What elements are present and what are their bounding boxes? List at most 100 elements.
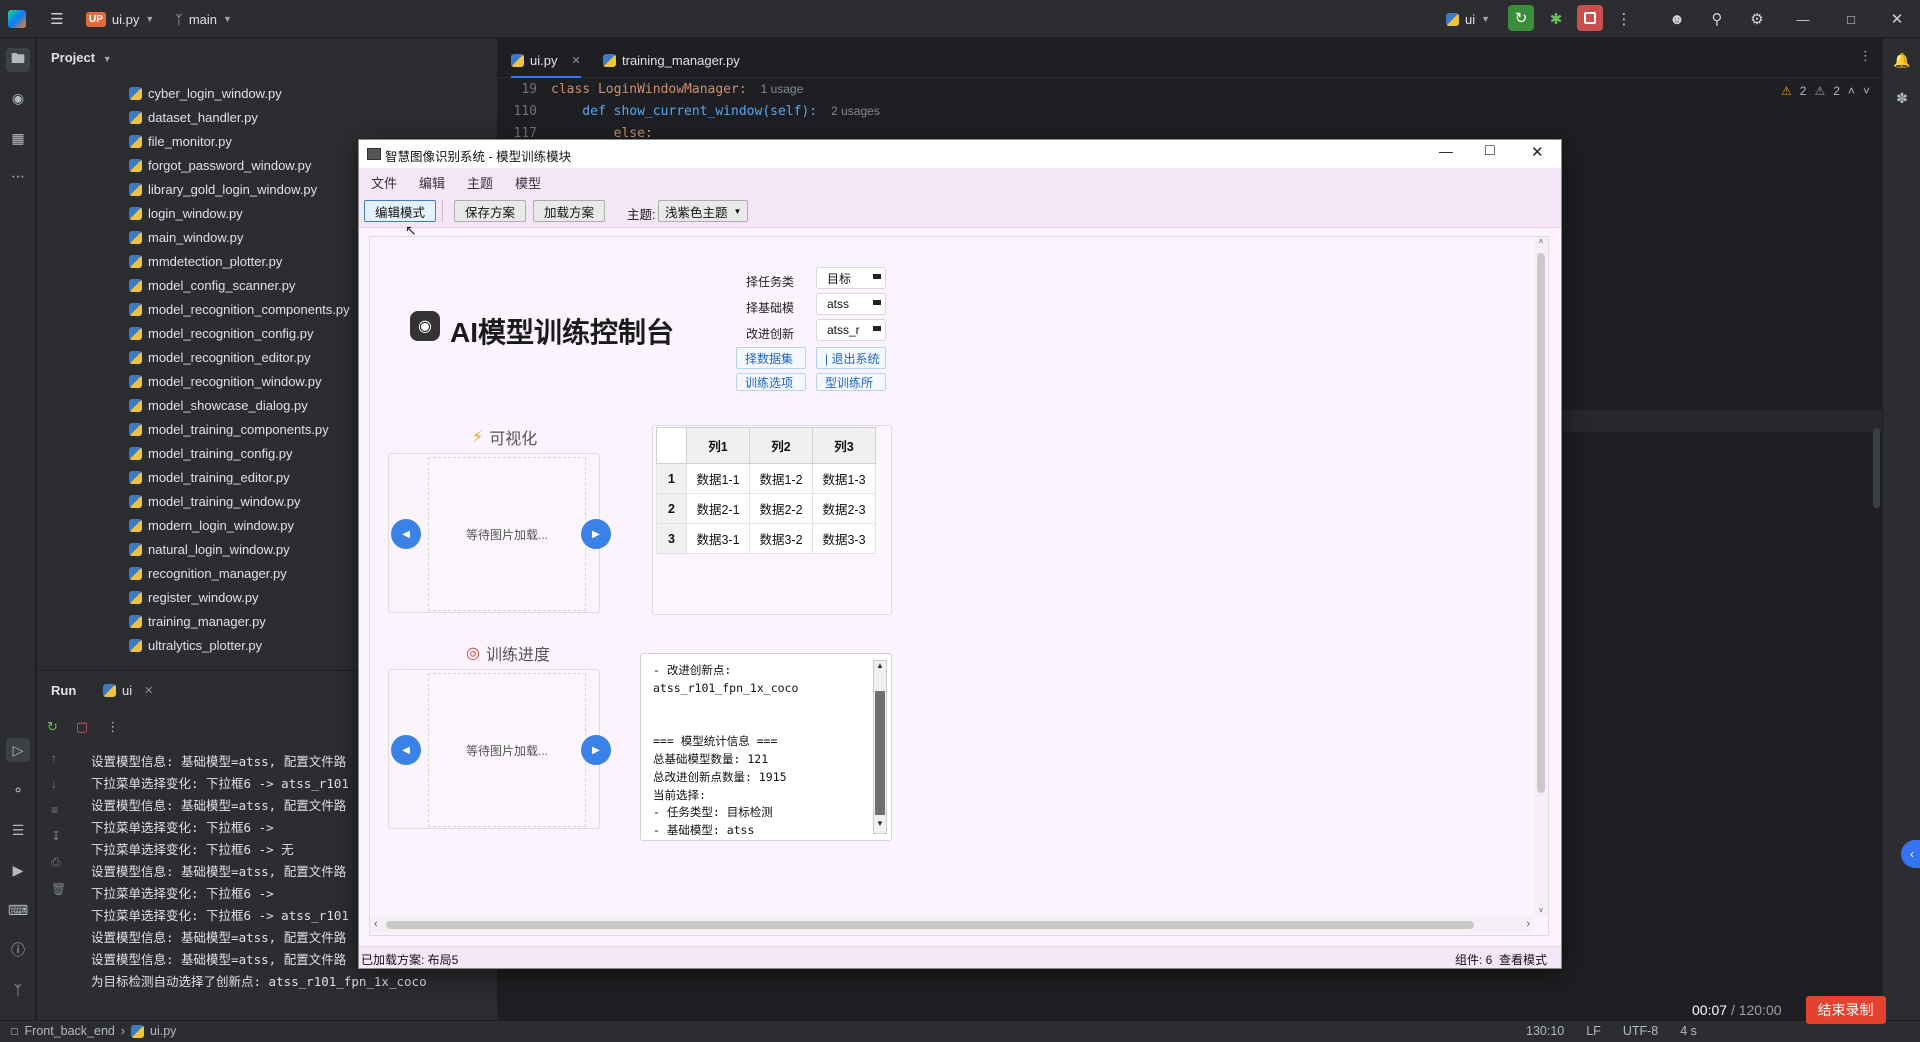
file-item[interactable]: model_recognition_components.py xyxy=(129,298,350,320)
row-header[interactable]: 2 xyxy=(656,493,687,524)
file-item[interactable]: model_training_editor.py xyxy=(129,466,290,488)
scroll-down-icon[interactable]: ↓ xyxy=(51,777,66,791)
file-item[interactable]: main_window.py xyxy=(129,226,243,248)
file-item[interactable]: model_showcase_dialog.py xyxy=(129,394,308,416)
search-icon[interactable]: ⚲ xyxy=(1704,6,1730,32)
services-icon[interactable]: ▶ xyxy=(6,858,30,882)
table-cell[interactable]: 数据1-3 xyxy=(812,463,876,494)
progress-next-button[interactable]: ▶ xyxy=(581,735,611,765)
column-header[interactable]: 列3 xyxy=(812,427,876,464)
table-cell[interactable]: 数据2-1 xyxy=(686,493,750,524)
file-item[interactable]: model_config_scanner.py xyxy=(129,274,295,296)
close-icon[interactable]: ✕ xyxy=(571,54,580,67)
visual-next-button[interactable]: ▶ xyxy=(581,519,611,549)
inspection-widget[interactable]: ⚠ 2 ⚠ 2 ˄ ˅ xyxy=(1781,84,1870,98)
progress-prev-button[interactable]: ◀ xyxy=(391,735,421,765)
settings-gear-icon[interactable]: ⚙ xyxy=(1744,6,1770,32)
file-item[interactable]: library_gold_login_window.py xyxy=(129,178,317,200)
file-encoding[interactable]: UTF-8 xyxy=(1623,1024,1658,1038)
table-cell[interactable]: 数据3-2 xyxy=(749,523,813,554)
breadcrumb-root[interactable]: Front_back_end xyxy=(25,1024,115,1038)
commit-icon[interactable]: ◉ xyxy=(6,86,30,110)
menu-theme[interactable]: 主题 xyxy=(467,173,493,192)
scroll-to-end-icon[interactable]: ↧ xyxy=(51,829,66,843)
scroll-down-icon[interactable]: ˅ xyxy=(1534,906,1548,915)
trash-icon[interactable]: 🗑 xyxy=(51,882,66,896)
chevron-up-icon[interactable]: ˄ xyxy=(1848,84,1855,98)
table-cell[interactable]: 数据3-1 xyxy=(686,523,750,554)
run-config-selector[interactable]: ui ▼ xyxy=(1446,9,1490,29)
table-corner[interactable] xyxy=(656,427,687,464)
file-item[interactable]: mmdetection_plotter.py xyxy=(129,250,282,272)
project-panel-title[interactable]: Project ▼ xyxy=(51,50,112,65)
tab-ui-py[interactable]: ui.py ✕ xyxy=(511,48,581,78)
usage-hint[interactable]: 1 usage xyxy=(761,82,804,102)
close-icon[interactable]: ✕ xyxy=(1531,143,1544,161)
file-item[interactable]: model_training_config.py xyxy=(129,442,293,464)
file-item[interactable]: file_monitor.py xyxy=(129,130,232,152)
file-item[interactable]: model_recognition_config.py xyxy=(129,322,314,344)
task-type-select[interactable]: 目标​ xyxy=(816,267,886,289)
run-tab[interactable]: ui ✕ xyxy=(103,683,153,698)
content-hscroll-thumb[interactable] xyxy=(386,921,1474,929)
minimize-icon[interactable]: — xyxy=(1790,6,1816,32)
load-plan-button[interactable]: 加载方案 xyxy=(533,200,606,222)
theme-select[interactable]: 浅紫色主题 ▼ xyxy=(658,200,749,222)
log-scrollbar[interactable]: ▲ ▼ xyxy=(873,660,887,834)
problems-icon[interactable]: ⓘ xyxy=(6,938,30,962)
table-cell[interactable]: 数据2-3 xyxy=(812,493,876,524)
row-header[interactable]: 3 xyxy=(656,523,687,554)
scroll-up-icon[interactable]: ˄ xyxy=(1534,237,1548,246)
table-cell[interactable]: 数据2-2 xyxy=(749,493,813,524)
file-item[interactable]: register_window.py xyxy=(129,586,259,608)
training-options-button[interactable]: 训练选项 xyxy=(736,373,806,391)
file-item[interactable]: cyber_login_window.py xyxy=(129,82,282,104)
code-text[interactable]: else: xyxy=(551,126,653,140)
visual-prev-button[interactable]: ◀ xyxy=(391,519,421,549)
code-text[interactable]: class LoginWindowManager: xyxy=(551,82,747,102)
scroll-up-icon[interactable]: ▲ xyxy=(874,661,886,675)
data-table[interactable]: 列1 列2 列3 1 数据1-1 数据1-2 数据1-3 2 数据2-1 数据2… xyxy=(656,427,876,554)
python-console-icon[interactable]: ⚬ xyxy=(6,778,30,802)
file-item[interactable]: model_training_components.py xyxy=(129,418,329,440)
project-selector[interactable]: UP ui.py ▼ xyxy=(86,9,154,29)
layers-icon[interactable]: ☰ xyxy=(6,818,30,842)
content-vscroll-thumb[interactable] xyxy=(1537,253,1545,793)
terminal-icon[interactable]: ⌨ xyxy=(6,898,30,922)
print-icon[interactable]: ⎙ xyxy=(51,855,66,870)
table-cell[interactable]: 数据3-3 xyxy=(812,523,876,554)
app-title-bar[interactable]: 智慧图像识别系统 - 模型训练模块 — □ ✕ xyxy=(359,140,1561,168)
scroll-up-icon[interactable]: ↑ xyxy=(51,751,66,765)
run-panel-title[interactable]: Run xyxy=(51,683,76,698)
menu-file[interactable]: 文件 xyxy=(371,173,397,192)
project-folder-icon[interactable]: 🖿 xyxy=(6,48,30,72)
stop-icon[interactable]: ▢ xyxy=(76,719,88,735)
file-item[interactable]: modern_login_window.py xyxy=(129,514,294,536)
file-item[interactable]: model_training_window.py xyxy=(129,490,300,512)
breadcrumb-file[interactable]: ui.py xyxy=(150,1024,176,1038)
rerun-icon[interactable]: ↻ xyxy=(47,719,58,735)
debug-icon[interactable]: ✱ xyxy=(1543,6,1569,32)
scroll-left-icon[interactable]: ‹ xyxy=(374,918,378,930)
close-icon[interactable]: ✕ xyxy=(144,684,153,697)
row-header[interactable]: 1 xyxy=(656,463,687,494)
scroll-right-icon[interactable]: › xyxy=(1526,918,1530,930)
notifications-icon[interactable]: 🔔 xyxy=(1890,48,1914,72)
collapse-panel-icon[interactable]: ‹ xyxy=(1901,840,1920,868)
add-user-icon[interactable]: ☻ xyxy=(1664,6,1690,32)
main-menu-icon[interactable]: ☰ xyxy=(44,6,70,32)
base-model-select[interactable]: atss xyxy=(816,293,886,315)
code-text[interactable]: def show_current_window(self): xyxy=(551,104,817,124)
log-scroll-thumb[interactable] xyxy=(875,691,885,815)
chevron-down-icon[interactable]: ˅ xyxy=(1863,84,1870,98)
editor-scrollbar[interactable] xyxy=(1873,428,1880,508)
info-log-box[interactable]: - 改进创新点: atss_r101_fpn_1x_coco === 模型统计信息 … xyxy=(640,653,892,841)
file-item[interactable]: forgot_password_window.py xyxy=(129,154,311,176)
start-training-button[interactable]: 型训练所 xyxy=(816,373,886,391)
minimize-icon[interactable]: — xyxy=(1439,143,1453,159)
select-dataset-button[interactable]: 择数据集 xyxy=(736,347,806,369)
content-horizontal-scrollbar[interactable]: ‹ › xyxy=(370,917,1534,933)
file-item[interactable]: model_recognition_editor.py xyxy=(129,346,311,368)
file-item[interactable]: ultralytics_plotter.py xyxy=(129,634,262,656)
run-tool-icon[interactable]: ▷ xyxy=(6,738,30,762)
